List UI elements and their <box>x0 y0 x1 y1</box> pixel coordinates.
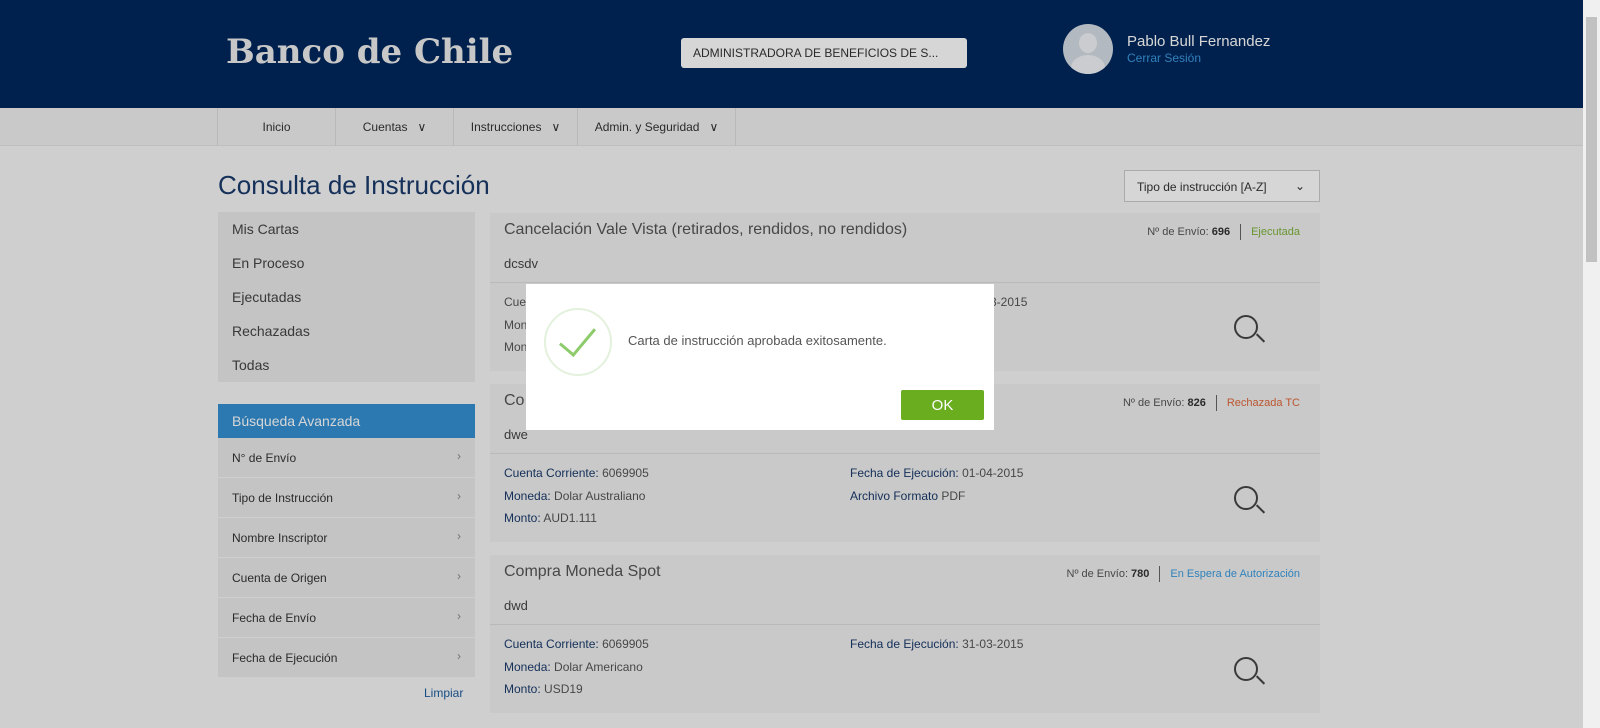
scrollbar[interactable] <box>1583 0 1600 728</box>
dialog-message: Carta de instrucción aprobada exitosamen… <box>628 333 887 348</box>
success-dialog: Carta de instrucción aprobada exitosamen… <box>526 284 994 430</box>
scrollbar-thumb[interactable] <box>1586 17 1597 262</box>
ok-button[interactable]: OK <box>901 390 984 420</box>
checkmark-icon <box>544 308 612 376</box>
